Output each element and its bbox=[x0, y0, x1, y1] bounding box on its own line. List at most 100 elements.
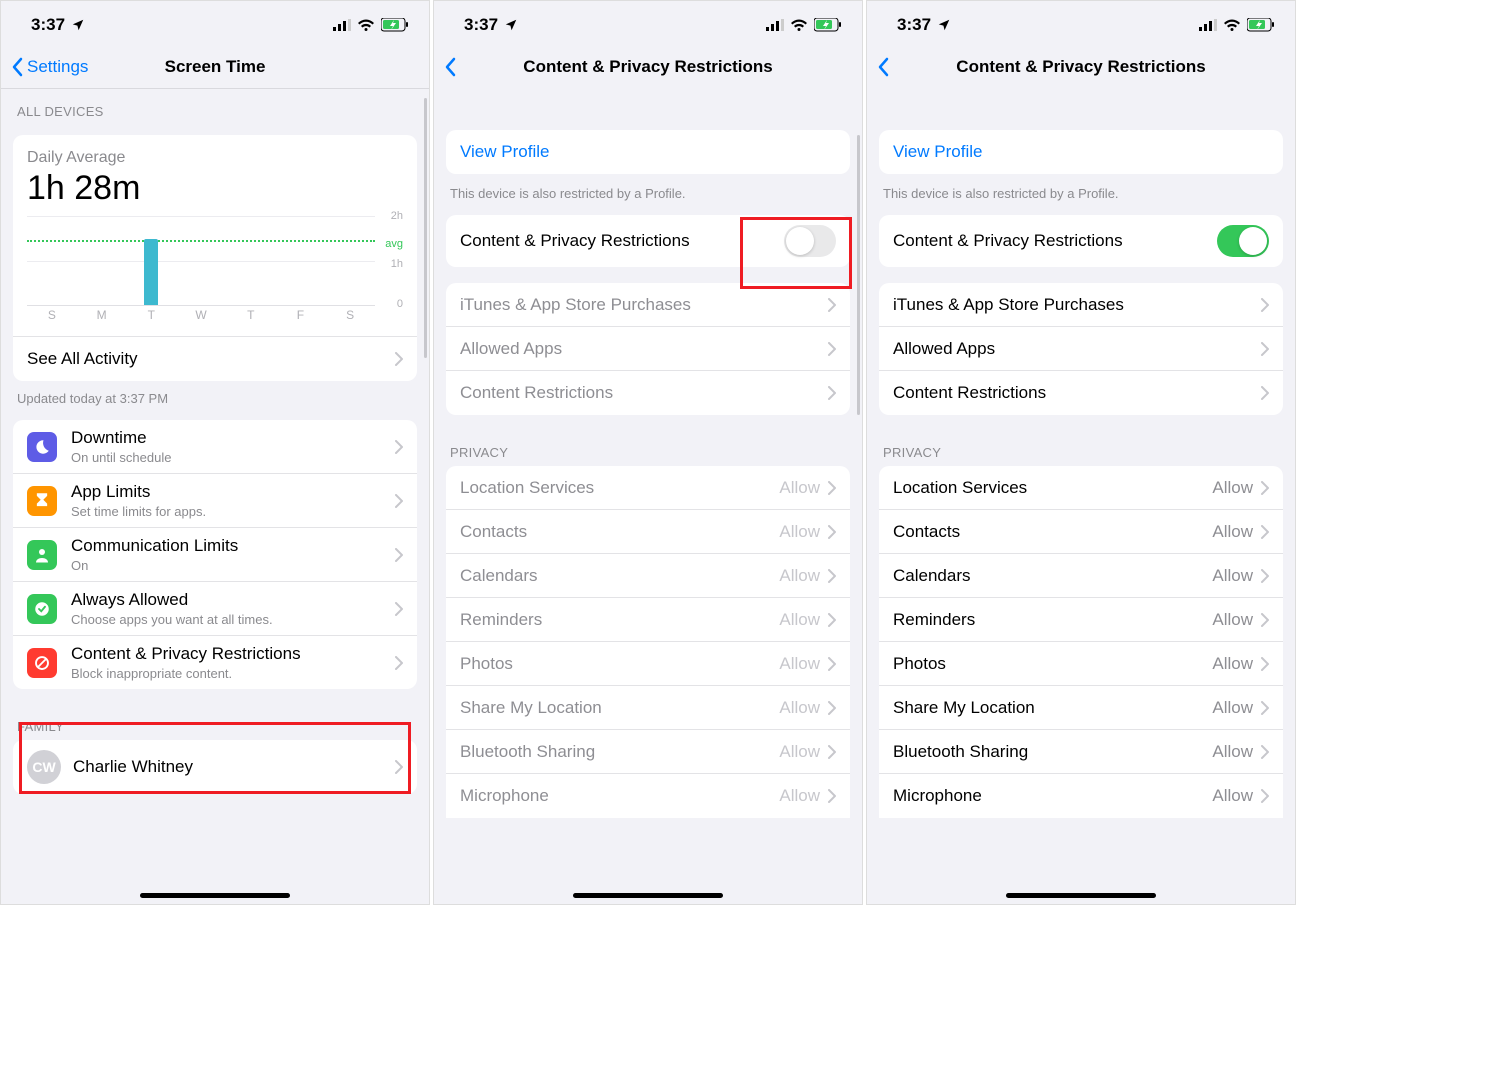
option-row-always-allowed[interactable]: Always AllowedChoose apps you want at al… bbox=[13, 582, 417, 636]
restrictions-toggle[interactable] bbox=[784, 225, 836, 257]
scrollbar[interactable] bbox=[857, 135, 860, 415]
option-row-downtime[interactable]: DowntimeOn until schedule bbox=[13, 420, 417, 474]
see-all-activity[interactable]: See All Activity bbox=[13, 337, 417, 381]
profile-note: This device is also restricted by a Prof… bbox=[867, 180, 1295, 215]
back-button[interactable] bbox=[444, 57, 460, 77]
profile-note: This device is also restricted by a Prof… bbox=[434, 180, 862, 215]
row-content-restrictions[interactable]: Content Restrictions bbox=[879, 371, 1283, 415]
row-itunes-app-store-purchases[interactable]: iTunes & App Store Purchases bbox=[879, 283, 1283, 327]
battery-icon bbox=[814, 18, 842, 32]
group1-card: iTunes & App Store PurchasesAllowed Apps… bbox=[446, 283, 850, 415]
chevron-right-icon bbox=[828, 342, 836, 356]
home-indicator[interactable] bbox=[1006, 893, 1156, 898]
view-profile-card: View Profile bbox=[879, 130, 1283, 174]
usage-chart: 2h avg 1h 0 SMTWTFS bbox=[27, 216, 403, 326]
option-row-content-privacy-restrictions[interactable]: Content & Privacy RestrictionsBlock inap… bbox=[13, 636, 417, 689]
chevron-right-icon bbox=[395, 494, 403, 508]
options-card: DowntimeOn until schedule App LimitsSet … bbox=[13, 420, 417, 689]
home-indicator[interactable] bbox=[573, 893, 723, 898]
battery-icon bbox=[381, 18, 409, 32]
privacy-row-bluetooth-sharing: Bluetooth SharingAllow bbox=[446, 730, 850, 774]
chevron-right-icon bbox=[828, 481, 836, 495]
back-button[interactable]: Settings bbox=[11, 57, 88, 77]
privacy-row-photos: PhotosAllow bbox=[446, 642, 850, 686]
status-icons bbox=[766, 18, 842, 32]
privacy-row-location-services[interactable]: Location ServicesAllow bbox=[879, 466, 1283, 510]
panel-screen-time: 3:37 Settings Screen Time ALL DEVICES Da… bbox=[0, 0, 430, 905]
view-profile[interactable]: View Profile bbox=[446, 130, 850, 174]
toggle-card: Content & Privacy Restrictions bbox=[446, 215, 850, 267]
row-content-restrictions: Content Restrictions bbox=[446, 371, 850, 415]
privacy-row-calendars[interactable]: CalendarsAllow bbox=[879, 554, 1283, 598]
privacy-row-photos[interactable]: PhotosAllow bbox=[879, 642, 1283, 686]
option-row-communication-limits[interactable]: Communication LimitsOn bbox=[13, 528, 417, 582]
home-indicator[interactable] bbox=[140, 893, 290, 898]
chevron-right-icon bbox=[828, 613, 836, 627]
wifi-icon bbox=[357, 19, 375, 32]
status-time: 3:37 bbox=[31, 15, 65, 35]
location-icon bbox=[71, 18, 85, 32]
chevron-right-icon bbox=[828, 569, 836, 583]
family-member-row[interactable]: CW Charlie Whitney bbox=[13, 740, 417, 794]
view-profile[interactable]: View Profile bbox=[879, 130, 1283, 174]
chevron-right-icon bbox=[1261, 745, 1269, 759]
daily-average-label: Daily Average bbox=[27, 149, 403, 167]
nosign-icon bbox=[27, 648, 57, 678]
wifi-icon bbox=[1223, 19, 1241, 32]
view-profile-card: View Profile bbox=[446, 130, 850, 174]
privacy-row-reminders[interactable]: RemindersAllow bbox=[879, 598, 1283, 642]
privacy-row-share-my-location: Share My LocationAllow bbox=[446, 686, 850, 730]
panel2-scroll[interactable]: View Profile This device is also restric… bbox=[434, 90, 862, 904]
moon-icon bbox=[27, 432, 57, 462]
chevron-right-icon bbox=[1261, 298, 1269, 312]
panel3-scroll[interactable]: View Profile This device is also restric… bbox=[867, 90, 1295, 904]
privacy-header: PRIVACY bbox=[867, 431, 1295, 466]
wifi-icon bbox=[790, 19, 808, 32]
restrictions-toggle[interactable] bbox=[1217, 225, 1269, 257]
back-button[interactable] bbox=[877, 57, 893, 77]
header-all-devices: ALL DEVICES bbox=[1, 90, 429, 125]
privacy-row-microphone[interactable]: MicrophoneAllow bbox=[879, 774, 1283, 818]
privacy-row-share-my-location[interactable]: Share My LocationAllow bbox=[879, 686, 1283, 730]
nav-title: Screen Time bbox=[165, 57, 266, 77]
status-icons bbox=[1199, 18, 1275, 32]
chevron-right-icon bbox=[828, 298, 836, 312]
privacy-card: Location ServicesAllowContactsAllowCalen… bbox=[879, 466, 1283, 818]
hourglass-icon bbox=[27, 486, 57, 516]
chevron-right-icon bbox=[828, 701, 836, 715]
nav-bar: Content & Privacy Restrictions bbox=[867, 45, 1295, 89]
option-row-app-limits[interactable]: App LimitsSet time limits for apps. bbox=[13, 474, 417, 528]
cellular-icon bbox=[1199, 19, 1217, 31]
privacy-row-contacts: ContactsAllow bbox=[446, 510, 850, 554]
chevron-right-icon bbox=[1261, 525, 1269, 539]
cellular-icon bbox=[333, 19, 351, 31]
y-avg: avg bbox=[385, 238, 403, 250]
nav-bar: Settings Screen Time bbox=[1, 45, 429, 89]
privacy-row-bluetooth-sharing[interactable]: Bluetooth SharingAllow bbox=[879, 730, 1283, 774]
chevron-right-icon bbox=[395, 760, 403, 774]
daily-average-value: 1h 28m bbox=[27, 169, 403, 208]
panel-restrictions-on: 3:37 Content & Privacy Restrictions View… bbox=[866, 0, 1296, 905]
panel1-scroll[interactable]: ALL DEVICES Daily Average 1h 28m 2h avg … bbox=[1, 90, 429, 904]
chevron-right-icon bbox=[828, 789, 836, 803]
family-header: FAMILY bbox=[1, 705, 429, 740]
check-badge-icon bbox=[27, 594, 57, 624]
chevron-right-icon bbox=[395, 602, 403, 616]
daily-average-card[interactable]: Daily Average 1h 28m 2h avg 1h 0 SMTWTFS… bbox=[13, 135, 417, 381]
chevron-right-icon bbox=[828, 525, 836, 539]
chevron-left-icon bbox=[877, 57, 889, 77]
status-bar: 3:37 bbox=[1, 1, 429, 45]
row-allowed-apps[interactable]: Allowed Apps bbox=[879, 327, 1283, 371]
row-allowed-apps: Allowed Apps bbox=[446, 327, 850, 371]
y-1h: 1h bbox=[391, 258, 403, 270]
scrollbar[interactable] bbox=[424, 98, 427, 358]
chevron-left-icon bbox=[444, 57, 456, 77]
chevron-left-icon bbox=[11, 57, 23, 77]
chevron-right-icon bbox=[1261, 613, 1269, 627]
privacy-row-contacts[interactable]: ContactsAllow bbox=[879, 510, 1283, 554]
back-label: Settings bbox=[27, 57, 88, 77]
chevron-right-icon bbox=[395, 440, 403, 454]
privacy-row-calendars: CalendarsAllow bbox=[446, 554, 850, 598]
updated-text: Updated today at 3:37 PM bbox=[1, 391, 429, 420]
chevron-right-icon bbox=[395, 656, 403, 670]
